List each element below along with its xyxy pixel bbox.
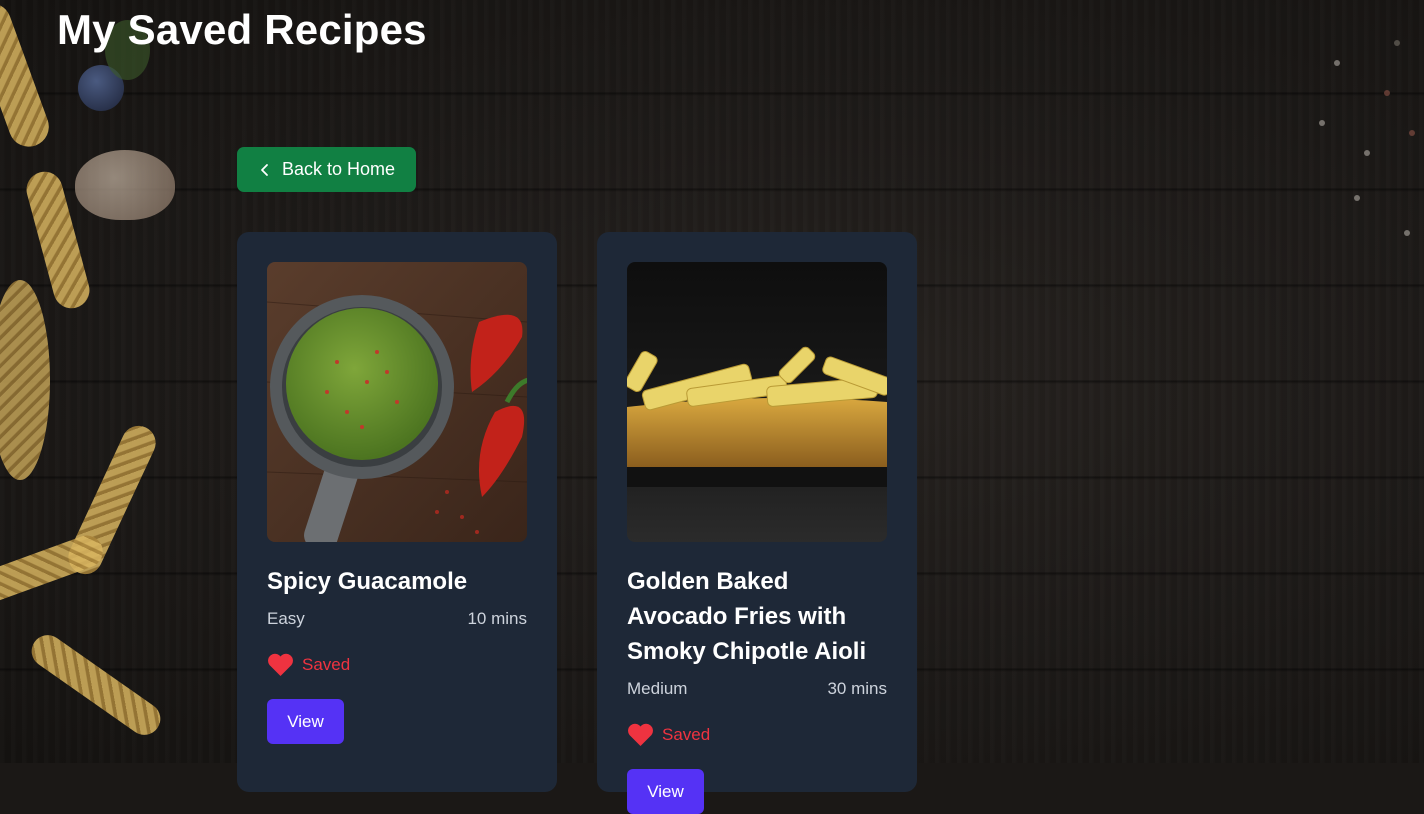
recipe-card: Spicy Guacamole Easy 10 mins Saved View [237, 232, 557, 792]
recipe-title: Golden Baked Avocado Fries with Smoky Ch… [627, 568, 867, 665]
saved-label: Saved [662, 725, 711, 744]
recipe-meta: Easy 10 mins [267, 609, 527, 629]
recipe-title: Spicy Guacamole [267, 568, 468, 595]
back-button-label: Back to Home [281, 159, 396, 179]
recipe-difficulty: Medium [627, 679, 688, 698]
view-button[interactable]: View [627, 769, 704, 814]
recipe-card: Golden Baked Avocado Fries with Smoky Ch… [597, 232, 917, 814]
recipe-time: 30 mins [827, 679, 887, 698]
back-to-home-button[interactable]: Back to Home [237, 147, 416, 192]
guacamole-photo [267, 262, 527, 542]
recipe-time: 10 mins [467, 609, 527, 628]
avocado-fries-photo [627, 262, 887, 542]
page-title: My Saved Recipes [57, 6, 427, 53]
saved-toggle[interactable]: Saved [627, 723, 887, 747]
recipe-difficulty: Easy [267, 609, 305, 628]
heart-icon [628, 723, 653, 746]
heart-icon [268, 653, 293, 676]
saved-toggle[interactable]: Saved [267, 653, 527, 677]
view-button[interactable]: View [267, 699, 344, 744]
saved-label: Saved [302, 655, 351, 674]
chevron-left-icon [261, 163, 268, 176]
recipe-meta: Medium 30 mins [627, 679, 887, 699]
recipe-image[interactable] [267, 262, 527, 542]
recipe-image[interactable] [627, 262, 887, 542]
